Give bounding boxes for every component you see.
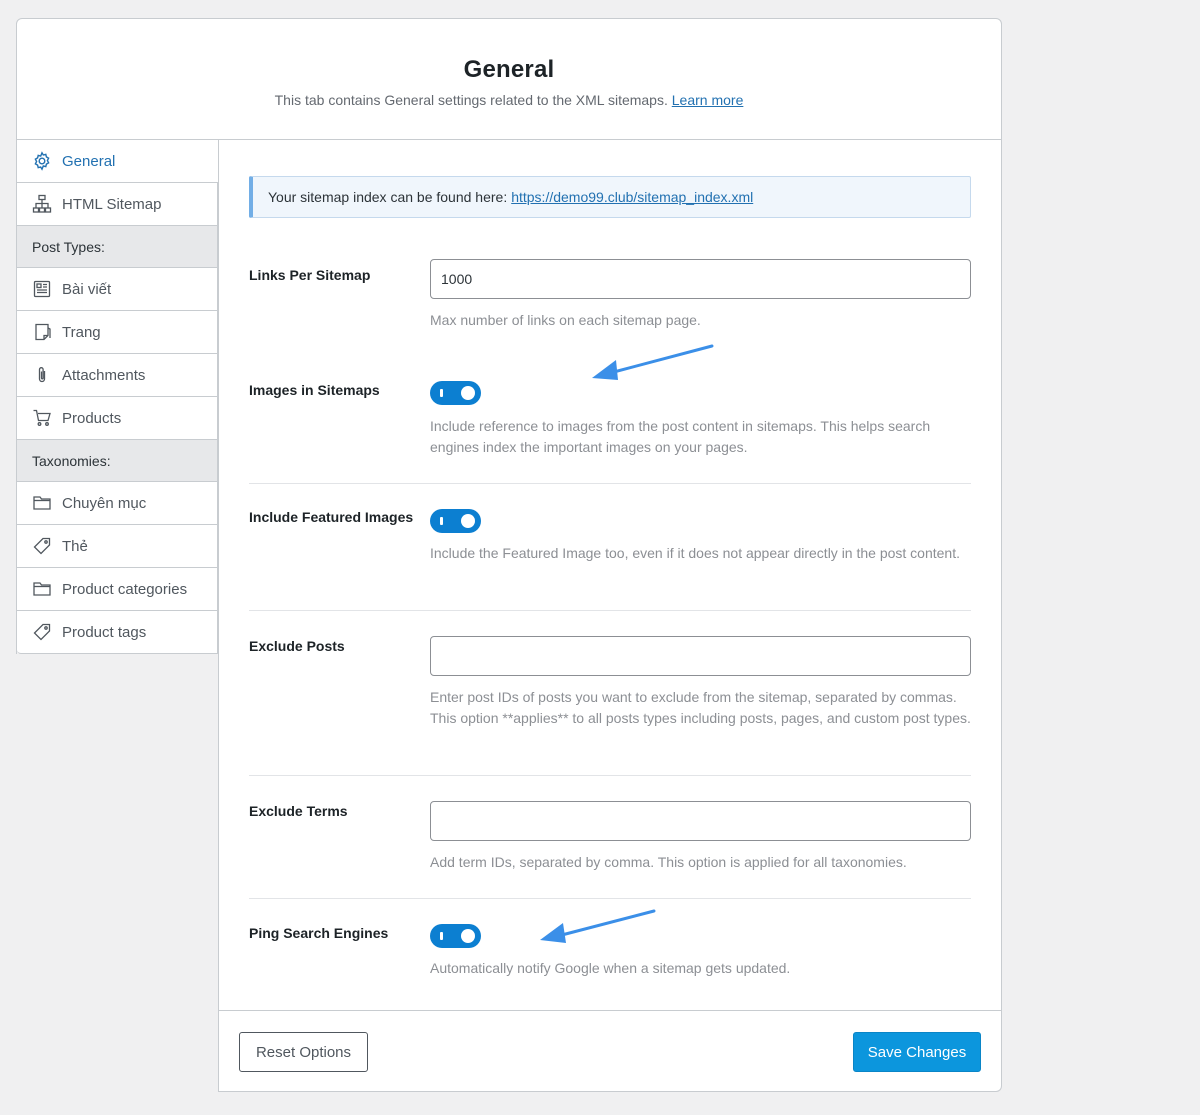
sidebar-item-product-categories[interactable]: Product categories — [17, 568, 218, 611]
include-featured-images-toggle[interactable] — [430, 509, 481, 533]
reset-options-button[interactable]: Reset Options — [239, 1032, 368, 1072]
folder-icon — [32, 493, 52, 513]
sidebar-item-label: General — [62, 152, 116, 170]
settings-sidebar: General HTML Sitemap Post Types: Bài viế… — [16, 140, 220, 654]
save-changes-button[interactable]: Save Changes — [853, 1032, 981, 1072]
setting-description: Enter post IDs of posts you want to excl… — [430, 689, 971, 726]
sidebar-section-taxonomies: Taxonomies: — [17, 440, 218, 482]
sidebar-item-product-tags[interactable]: Product tags — [17, 611, 218, 654]
tag-icon — [32, 536, 52, 556]
post-icon — [32, 279, 52, 299]
exclude-posts-input[interactable] — [430, 636, 971, 676]
images-in-sitemaps-toggle[interactable] — [430, 381, 481, 405]
sitemap-index-link[interactable]: https://demo99.club/sitemap_index.xml — [511, 189, 753, 205]
setting-label: Images in Sitemaps — [249, 382, 380, 398]
setting-description: Include reference to images from the pos… — [430, 418, 931, 455]
setting-label: Ping Search Engines — [249, 925, 389, 941]
page-subtitle: This tab contains General settings relat… — [274, 92, 744, 108]
sidebar-item-chuyen-muc[interactable]: Chuyên mục — [17, 482, 218, 525]
learn-more-link[interactable]: Learn more — [672, 92, 744, 108]
page-header: General This tab contains General settin… — [16, 18, 1002, 140]
setting-label: Exclude Posts — [249, 638, 345, 654]
divider — [249, 483, 971, 484]
ping-search-engines-toggle[interactable] — [430, 924, 481, 948]
settings-content: Your sitemap index can be found here: ht… — [218, 140, 1002, 1092]
sidebar-item-label: Attachments — [62, 366, 146, 384]
setting-description: Automatically notify Google when a sitem… — [430, 960, 791, 976]
sidebar-section-post-types: Post Types: — [17, 226, 218, 268]
sidebar-item-label: Products — [62, 409, 122, 427]
gear-icon — [32, 151, 52, 171]
folder-icon — [32, 579, 52, 599]
sidebar-item-label: Bài viết — [62, 280, 112, 298]
setting-label: Links Per Sitemap — [249, 267, 371, 283]
page-title: General — [463, 56, 555, 83]
setting-label: Exclude Terms — [249, 803, 348, 819]
page-icon — [32, 322, 52, 342]
paperclip-icon — [32, 365, 52, 385]
sidebar-item-attachments[interactable]: Attachments — [17, 354, 218, 397]
sitemap-icon — [32, 194, 52, 214]
sidebar-item-the[interactable]: Thẻ — [17, 525, 218, 568]
tag-icon — [32, 622, 52, 642]
sidebar-item-label: Product tags — [62, 623, 147, 641]
settings-panel: General This tab contains General settin… — [16, 18, 1002, 1092]
annotation-arrow-icon — [592, 344, 714, 380]
sidebar-item-label: Chuyên mục — [62, 494, 147, 512]
setting-label: Include Featured Images — [249, 509, 414, 525]
sidebar-item-label: Trang — [62, 323, 101, 341]
settings-footer: Reset Options Save Changes — [219, 1010, 1001, 1092]
sidebar-item-bai-viet[interactable]: Bài viết — [17, 268, 218, 311]
sidebar-item-trang[interactable]: Trang — [17, 311, 218, 354]
links-per-sitemap-input[interactable] — [430, 259, 971, 299]
sidebar-item-label: HTML Sitemap — [62, 195, 162, 213]
setting-description: Include the Featured Image too, even if … — [430, 545, 960, 561]
sidebar-item-general[interactable]: General — [17, 140, 220, 183]
annotation-arrow-icon — [540, 909, 656, 943]
sidebar-item-label: Product categories — [62, 580, 188, 598]
setting-description: Add term IDs, separated by comma. This o… — [430, 854, 907, 870]
divider — [249, 610, 971, 611]
sitemap-index-notice: Your sitemap index can be found here: ht… — [249, 176, 971, 218]
cart-icon — [32, 408, 52, 428]
divider — [249, 898, 971, 899]
setting-description: Max number of links on each sitemap page… — [430, 312, 701, 328]
sidebar-item-products[interactable]: Products — [17, 397, 218, 440]
sidebar-item-label: Thẻ — [62, 537, 88, 555]
divider — [249, 775, 971, 776]
sidebar-item-html-sitemap[interactable]: HTML Sitemap — [17, 183, 218, 226]
exclude-terms-input[interactable] — [430, 801, 971, 841]
